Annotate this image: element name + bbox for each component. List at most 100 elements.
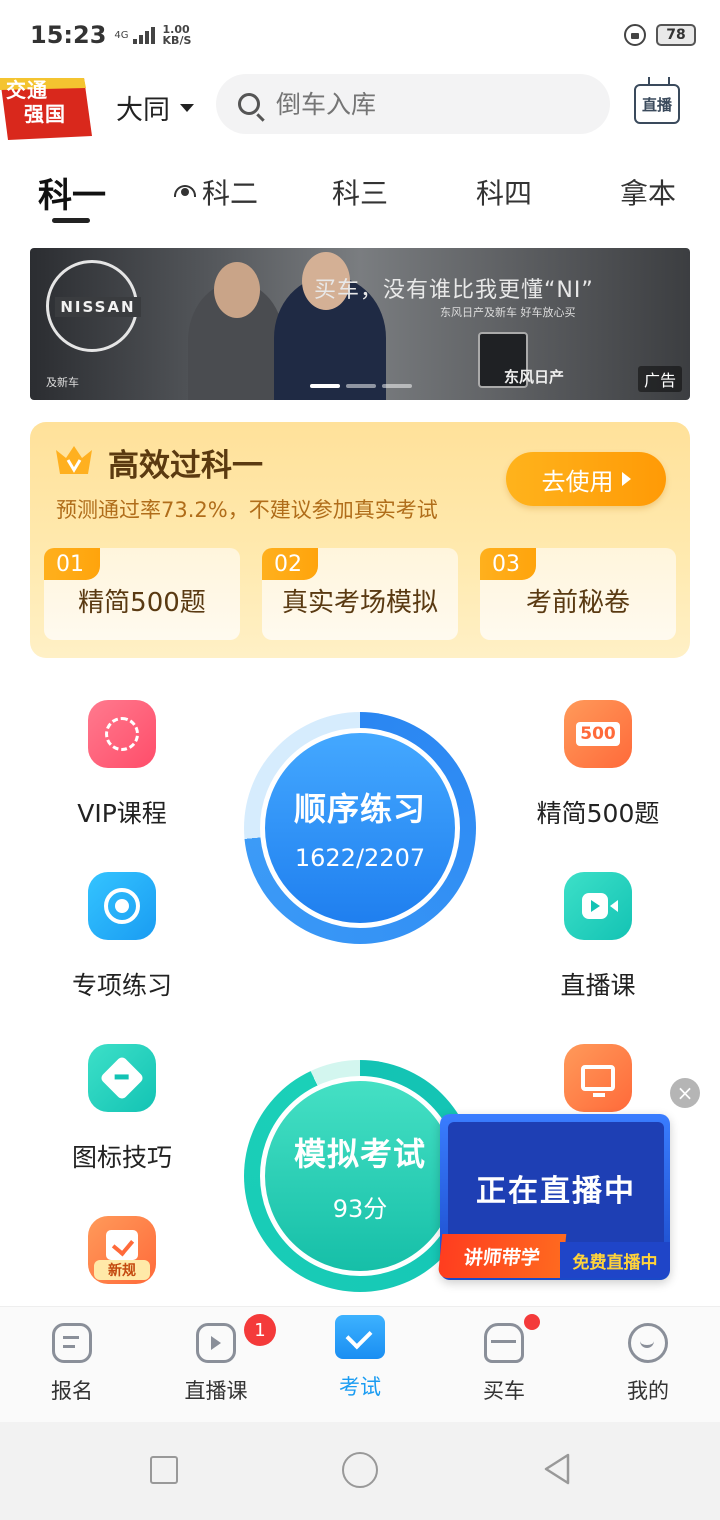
system-navigation-bar xyxy=(0,1422,720,1520)
nav-buy-car[interactable]: 买车 xyxy=(444,1323,564,1405)
live-tv-button[interactable]: 直播 xyxy=(634,84,680,124)
sequential-practice-core: 顺序练习 1622/2207 xyxy=(260,728,460,928)
road-sign-icon xyxy=(88,1044,156,1112)
monitor-icon xyxy=(564,1044,632,1112)
speed-unit: KB/S xyxy=(162,34,192,47)
mock-exam-title: 模拟考试 xyxy=(293,1134,426,1173)
tab-get-license[interactable]: 拿本 xyxy=(620,172,676,212)
traffic-power-logo[interactable]: 交通 强国 xyxy=(0,74,94,144)
sequential-practice-progress: 1622/2207 xyxy=(294,844,426,872)
free-live-tag: 免费直播中 xyxy=(560,1242,670,1278)
banner-slogan: 买车，没有谁比我更懂“NI” xyxy=(314,278,594,303)
buy-car-dot xyxy=(524,1314,540,1330)
promo-item-label: 真实考场模拟 xyxy=(281,588,438,618)
car-icon xyxy=(484,1323,524,1363)
pass-rate-prediction: 预测通过率73.2%，不建议参加真实考试 xyxy=(56,498,438,522)
500-icon-text: 500 xyxy=(576,722,620,746)
live-course-badge: 1 xyxy=(244,1314,276,1346)
recents-icon[interactable] xyxy=(150,1456,178,1484)
tab-subject-2-label: 科二 xyxy=(202,177,259,210)
logo-text: 交通 强国 xyxy=(6,78,86,126)
sign-tips-entry[interactable]: 图标技巧 xyxy=(30,1044,214,1174)
nav-profile-label: 我的 xyxy=(627,1379,669,1403)
nav-exam[interactable]: 考试 xyxy=(300,1315,420,1401)
banner-people-image xyxy=(170,248,390,400)
monitor-entry[interactable] xyxy=(506,1044,690,1112)
promo-item-number: 03 xyxy=(480,548,536,580)
promo-item-500[interactable]: 01 精简500题 xyxy=(44,548,240,640)
nav-exam-label: 考试 xyxy=(339,1375,381,1399)
new-rules-entry[interactable]: 新规 xyxy=(30,1216,214,1284)
eye-icon xyxy=(174,185,196,199)
subject-tabs: 科一 科二 科三 科四 拿本 xyxy=(0,160,720,230)
battery-icon: 78 xyxy=(656,24,696,46)
mock-exam-core: 模拟考试 93分 xyxy=(260,1076,460,1276)
tab-subject-2[interactable]: 科二 xyxy=(174,172,258,212)
sequential-practice-title: 顺序练习 xyxy=(293,790,426,828)
special-practice-entry[interactable]: 专项练习 xyxy=(30,872,214,1002)
teacher-guide-tag: 讲师带学 xyxy=(437,1234,567,1278)
video-camera-icon xyxy=(564,872,632,940)
pagination-dot xyxy=(382,384,412,388)
active-tab-indicator xyxy=(52,218,90,223)
chevron-down-icon xyxy=(180,103,194,112)
city-name: 大同 xyxy=(116,95,170,126)
rotation-lock-icon xyxy=(624,24,646,46)
efficient-pass-card: 高效过科一 预测通过率73.2%，不建议参加真实考试 去使用 01 精简500题… xyxy=(30,422,690,658)
tab-subject-3[interactable]: 科三 xyxy=(332,172,388,212)
ad-banner[interactable]: NISSAN 买车，没有谁比我更懂“NI” 东风日产及新车 好车放心买 及新车 … xyxy=(30,248,690,400)
logo-line2: 强国 xyxy=(24,102,66,126)
back-icon[interactable] xyxy=(540,1452,574,1486)
tv-icon xyxy=(196,1323,236,1363)
nav-signup[interactable]: 报名 xyxy=(12,1323,132,1405)
vip-sparkle-icon xyxy=(88,700,156,768)
home-icon[interactable] xyxy=(342,1452,378,1488)
logo-line1: 交通 xyxy=(6,78,48,102)
search-input[interactable] xyxy=(276,89,576,119)
live-tv-label: 直播 xyxy=(641,95,672,114)
tab-subject-4[interactable]: 科四 xyxy=(476,172,532,212)
close-icon[interactable]: × xyxy=(670,1078,700,1108)
simplified-500-label: 精简500题 xyxy=(536,799,660,828)
nav-live-course-label: 直播课 xyxy=(184,1379,248,1403)
live-course-entry[interactable]: 直播课 xyxy=(506,872,690,1002)
promo-item-real-exam[interactable]: 02 真实考场模拟 xyxy=(262,548,458,640)
promo-item-label: 精简500题 xyxy=(78,588,206,618)
promo-item-number: 01 xyxy=(44,548,100,580)
special-practice-label: 专项练习 xyxy=(71,971,172,1000)
signal-icon xyxy=(132,26,155,44)
500-badge-icon: 500 xyxy=(564,700,632,768)
nav-profile[interactable]: 我的 xyxy=(588,1323,708,1405)
promo-title: 高效过科一 xyxy=(108,448,263,484)
network-speed: 1.00 KB/S xyxy=(163,24,192,46)
play-arrow-icon xyxy=(621,472,631,486)
sequential-practice-button[interactable]: 顺序练习 1622/2207 xyxy=(244,712,476,944)
clipboard-check-icon: 新规 xyxy=(88,1216,156,1284)
city-selector[interactable]: 大同 xyxy=(116,88,194,127)
pagination-dot xyxy=(310,384,340,388)
brand-name: NISSAN xyxy=(55,297,141,317)
target-icon xyxy=(88,872,156,940)
sign-tips-label: 图标技巧 xyxy=(71,1143,172,1172)
status-bar: 15:23 4G 1.00 KB/S 78 xyxy=(0,0,720,70)
vip-course-entry[interactable]: VIP课程 xyxy=(30,700,214,830)
banner-pagination xyxy=(310,384,412,388)
promo-item-secret-paper[interactable]: 03 考前秘卷 xyxy=(480,548,676,640)
profile-icon xyxy=(628,1323,668,1363)
pagination-dot xyxy=(346,384,376,388)
tab-subject-1[interactable]: 科一 xyxy=(38,168,106,217)
simplified-500-entry[interactable]: 500 精简500题 xyxy=(506,700,690,830)
status-right: 78 xyxy=(624,24,696,46)
promo-item-label: 考前秘卷 xyxy=(525,588,630,618)
status-time: 15:23 xyxy=(30,21,107,49)
search-bar[interactable] xyxy=(216,74,610,134)
promo-item-number: 02 xyxy=(262,548,318,580)
nav-buy-car-label: 买车 xyxy=(483,1379,525,1403)
search-icon xyxy=(238,93,260,115)
exam-icon xyxy=(335,1315,385,1359)
banner-subline: 东风日产及新车 好车放心买 xyxy=(440,306,576,319)
live-floating-window[interactable]: 正在直播中 讲师带学 免费直播中 xyxy=(437,1114,670,1280)
network-type: 4G xyxy=(114,29,129,41)
go-use-button[interactable]: 去使用 xyxy=(506,452,666,506)
bottom-navigation: 报名 直播课 考试 买车 我的 xyxy=(0,1306,720,1422)
